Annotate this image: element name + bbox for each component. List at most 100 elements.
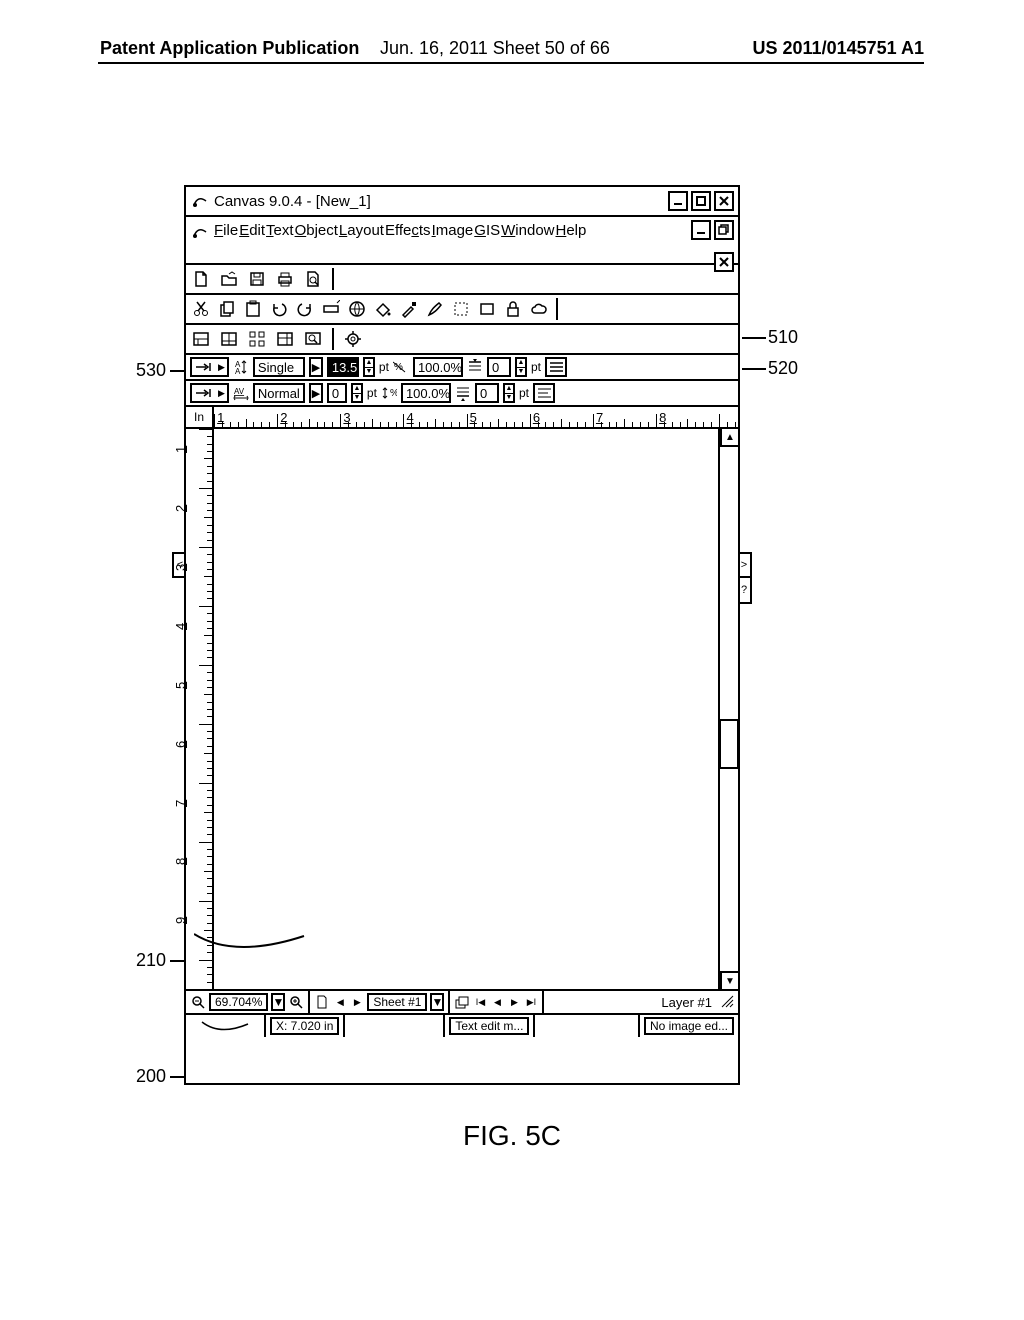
doc-restore-button[interactable] — [714, 220, 734, 240]
size-spinner[interactable]: ▲▼ — [363, 357, 375, 377]
canvas-area[interactable] — [214, 429, 718, 989]
help-handle[interactable]: ? — [738, 578, 752, 604]
pub-right: US 2011/0145751 A1 — [753, 38, 924, 59]
cloud-icon[interactable] — [530, 300, 548, 318]
fill-bucket-icon[interactable] — [374, 300, 392, 318]
indent2-field[interactable]: 0 — [475, 383, 499, 403]
callout-530: 530 — [136, 360, 166, 381]
menu-help[interactable]: Help — [556, 222, 587, 239]
layer-last-button[interactable]: ▶I — [524, 995, 538, 1009]
eyedropper-icon[interactable] — [400, 300, 418, 318]
page-prev-button[interactable]: ◀ — [333, 995, 347, 1009]
copy-icon[interactable] — [218, 300, 236, 318]
menu-image[interactable]: Image — [432, 222, 474, 239]
menu-object[interactable]: Object — [295, 222, 338, 239]
maximize-button[interactable] — [691, 191, 711, 211]
kerning-select[interactable]: Normal — [253, 383, 305, 403]
doc-minimize-button[interactable] — [691, 220, 711, 240]
ruler-unit-label[interactable]: In — [186, 407, 214, 427]
scroll-up-button[interactable]: ▲ — [720, 429, 738, 447]
sheet-dropdown[interactable]: ▼ — [430, 993, 444, 1011]
gears-icon[interactable] — [344, 330, 362, 348]
vscrollbar[interactable]: ▲ ▼ — [718, 429, 738, 989]
minimize-button[interactable] — [668, 191, 688, 211]
grid-icon[interactable] — [248, 330, 266, 348]
indent-spinner[interactable]: ▲▼ — [515, 357, 527, 377]
percent-width-icon: % — [393, 358, 409, 376]
toolbar-edit — [186, 295, 738, 325]
toolbar-separator — [332, 328, 334, 350]
size-field[interactable]: 13.5 — [327, 357, 359, 377]
scroll-down-button[interactable]: ▼ — [720, 971, 738, 989]
layout-c-icon[interactable] — [276, 330, 294, 348]
window-title: Canvas 9.0.4 - [New_1] — [214, 193, 371, 210]
layout-a-icon[interactable] — [192, 330, 210, 348]
pub-mid: Jun. 16, 2011 Sheet 50 of 66 — [380, 38, 610, 59]
tab-style-selector-2[interactable]: ▶ — [190, 383, 229, 403]
print-icon[interactable] — [276, 270, 294, 288]
tab-style-selector[interactable]: ▶ — [190, 357, 229, 377]
dropdown-icon[interactable]: ▶ — [309, 383, 323, 403]
spacing-select[interactable]: Single — [253, 357, 305, 377]
paste-icon[interactable] — [244, 300, 262, 318]
height-pct-field[interactable]: 100.0% — [401, 383, 451, 403]
dropdown-icon[interactable]: ▶ — [309, 357, 323, 377]
svg-text:AV: AV — [234, 387, 245, 396]
globe-icon[interactable] — [348, 300, 366, 318]
menu-window[interactable]: Window — [501, 222, 554, 239]
layers-icon[interactable] — [454, 993, 470, 1011]
zoom-out-icon[interactable] — [190, 993, 206, 1011]
layer-next-button[interactable]: ▶ — [507, 995, 521, 1009]
width-pct-field[interactable]: 100.0% — [413, 357, 463, 377]
menu-edit[interactable]: Edit — [239, 222, 265, 239]
brush-icon[interactable] — [426, 300, 444, 318]
tracking-field[interactable]: 0 — [327, 383, 347, 403]
indent-field[interactable]: 0 — [487, 357, 511, 377]
select-icon[interactable] — [452, 300, 470, 318]
coord-x-field: X: 7.020 in — [270, 1017, 339, 1035]
cut-icon[interactable] — [192, 300, 210, 318]
page-icon[interactable] — [314, 993, 330, 1011]
undo-icon[interactable] — [270, 300, 288, 318]
menu-text[interactable]: Text — [266, 222, 294, 239]
justify-icon[interactable] — [545, 357, 567, 377]
figure-caption: FIG. 5C — [0, 1120, 1024, 1152]
menu-layout[interactable]: Layout — [339, 222, 384, 239]
zoom-dropdown[interactable]: ▼ — [271, 993, 285, 1011]
resize-grip-icon[interactable] — [720, 994, 734, 1011]
doc-close-button[interactable] — [714, 252, 734, 272]
zoom-field[interactable]: 69.704% — [209, 993, 268, 1011]
pub-left: Patent Application Publication — [100, 38, 359, 58]
close-button[interactable] — [714, 191, 734, 211]
preview-icon[interactable] — [304, 270, 322, 288]
toolbar-separator — [332, 268, 334, 290]
menu-file[interactable]: File — [214, 222, 238, 239]
callout-210: 210 — [136, 950, 166, 971]
zoom-in-icon[interactable] — [288, 993, 304, 1011]
rect-icon[interactable] — [478, 300, 496, 318]
open-icon[interactable] — [220, 270, 238, 288]
link-icon[interactable] — [322, 300, 340, 318]
new-icon[interactable] — [192, 270, 210, 288]
save-icon[interactable] — [248, 270, 266, 288]
pt-label-4: pt — [519, 386, 529, 400]
scroll-thumb[interactable] — [719, 719, 739, 769]
page-next-button[interactable]: ▶ — [350, 995, 364, 1009]
menu-bar: File Edit Text Object Layout Effects Ima… — [186, 217, 738, 265]
zoom-icon[interactable] — [304, 330, 322, 348]
tracking-spinner[interactable]: ▲▼ — [351, 383, 363, 403]
callout-520: 520 — [768, 358, 798, 379]
menu-gis[interactable]: GIS — [474, 222, 500, 239]
lock-icon[interactable] — [504, 300, 522, 318]
toolbar-separator — [556, 298, 558, 320]
layout-b-icon[interactable] — [220, 330, 238, 348]
sheet-field[interactable]: Sheet #1 — [367, 993, 427, 1011]
redo-icon[interactable] — [296, 300, 314, 318]
indent2-spinner[interactable]: ▲▼ — [503, 383, 515, 403]
layer-first-button[interactable]: I◀ — [473, 995, 487, 1009]
scroll-right-handle[interactable]: > — [738, 552, 752, 578]
menu-effects[interactable]: Effects — [385, 222, 431, 239]
layer-prev-button[interactable]: ◀ — [490, 995, 504, 1009]
app-window: < > ? Canvas 9.0.4 - [New_1] File Edit T… — [184, 185, 740, 1085]
justify-icon-2[interactable] — [533, 383, 555, 403]
